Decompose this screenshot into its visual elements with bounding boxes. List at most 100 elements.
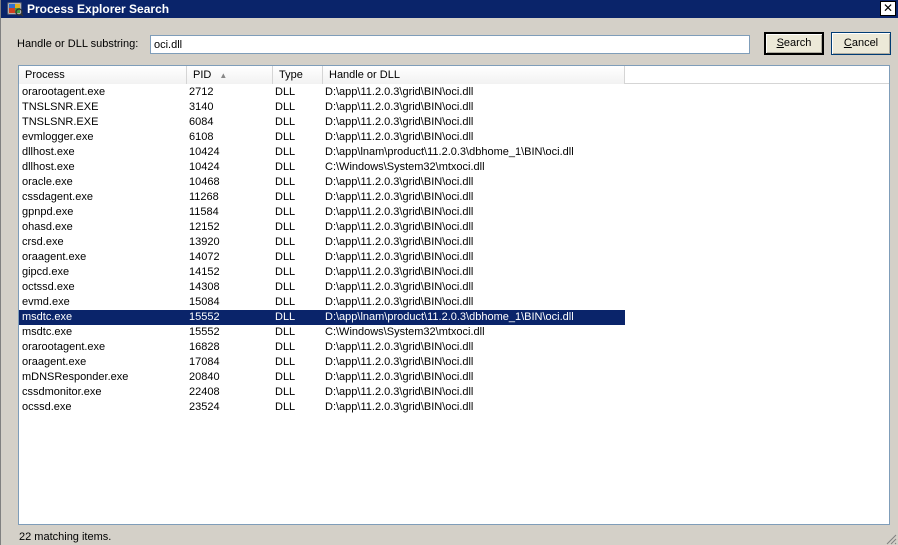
cell-pid: 11268	[189, 191, 219, 203]
cell-handle: D:\app\11.2.0.3\grid\BIN\oci.dll	[325, 341, 474, 353]
table-row[interactable]: gpnpd.exe 11584 DLL D:\app\11.2.0.3\grid\BI…	[19, 205, 625, 220]
cell-type: DLL	[275, 221, 296, 233]
cell-type: DLL	[275, 161, 296, 173]
cell-handle: D:\app\11.2.0.3\grid\BIN\oci.dll	[325, 356, 474, 368]
cell-pid: 15552	[189, 326, 220, 338]
table-row[interactable]: TNSLSNR.EXE 3140 DLL D:\app\11.2.0.3\grid\B…	[19, 100, 625, 115]
cell-type: DLL	[275, 146, 296, 158]
cell-handle: D:\app\11.2.0.3\grid\BIN\oci.dll	[325, 371, 474, 383]
table-row[interactable]: orarootagent.exe 2712 DLL D:\app\11.2.0.3\g…	[19, 85, 625, 100]
table-row[interactable]: ohasd.exe 12152 DLL D:\app\11.2.0.3\grid\BI…	[19, 220, 625, 235]
table-row[interactable]: msdtc.exe 15552 DLL D:\app\lnam\product\11.…	[19, 310, 625, 325]
close-button[interactable]: ✕	[880, 1, 896, 16]
cell-type: DLL	[275, 266, 296, 278]
cell-process: gipcd.exe	[22, 266, 70, 278]
cell-pid: 3140	[189, 101, 214, 113]
cell-process: oracle.exe	[22, 176, 73, 188]
cell-type: DLL	[275, 311, 296, 323]
cancel-button[interactable]: Cancel	[831, 32, 891, 55]
cell-type: DLL	[275, 326, 296, 338]
cell-pid: 11584	[189, 206, 219, 218]
table-row[interactable]: mDNSResponder.exe 20840 DLL D:\app\11.2.0.3…	[19, 370, 625, 385]
cell-process: evmlogger.exe	[22, 131, 94, 143]
cell-pid: 10468	[189, 176, 220, 188]
cell-type: DLL	[275, 356, 296, 368]
cell-process: crsd.exe	[22, 236, 64, 248]
table-row[interactable]: dllhost.exe 10424 DLL C:\Windows\System32\m…	[19, 160, 625, 175]
column-header-process[interactable]: Process	[19, 66, 187, 84]
cell-handle: D:\app\lnam\product\11.2.0.3\dbhome_1\BI…	[325, 311, 574, 323]
table-row[interactable]: cssdmonitor.exe 22408 DLL D:\app\11.2.0.3\g…	[19, 385, 625, 400]
table-row[interactable]: evmlogger.exe 6108 DLL D:\app\11.2.0.3\grid…	[19, 130, 625, 145]
close-icon: ✕	[882, 1, 894, 15]
cell-process: orarootagent.exe	[22, 341, 106, 353]
cell-type: DLL	[275, 206, 296, 218]
cell-pid: 17084	[189, 356, 220, 368]
cell-process: msdtc.exe	[22, 326, 73, 338]
cell-handle: D:\app\11.2.0.3\grid\BIN\oci.dll	[325, 266, 474, 278]
cell-pid: 16828	[189, 341, 220, 353]
table-row[interactable]: crsd.exe 13920 DLL D:\app\11.2.0.3\grid\BIN…	[19, 235, 625, 250]
column-header-handle[interactable]: Handle or DLL	[323, 66, 625, 84]
table-row[interactable]: oraagent.exe 17084 DLL D:\app\11.2.0.3\grid…	[19, 355, 625, 370]
cell-pid: 14072	[189, 251, 220, 263]
table-row[interactable]: ocssd.exe 23524 DLL D:\app\11.2.0.3\grid\BI…	[19, 400, 625, 415]
cell-handle: D:\app\11.2.0.3\grid\BIN\oci.dll	[325, 191, 474, 203]
process-explorer-icon	[7, 2, 24, 17]
cell-handle: D:\app\11.2.0.3\grid\BIN\oci.dll	[325, 386, 474, 398]
table-row[interactable]: msdtc.exe 15552 DLL C:\Windows\System32\mtx…	[19, 325, 625, 340]
cell-type: DLL	[275, 176, 296, 188]
cell-pid: 22408	[189, 386, 220, 398]
cell-process: gpnpd.exe	[22, 206, 74, 218]
cell-type: DLL	[275, 341, 296, 353]
cell-process: oraagent.exe	[22, 356, 87, 368]
search-button[interactable]: Search	[764, 32, 824, 55]
search-label: Handle or DLL substring:	[17, 38, 139, 50]
cell-pid: 13920	[189, 236, 220, 248]
cell-handle: D:\app\11.2.0.3\grid\BIN\oci.dll	[325, 281, 474, 293]
cell-type: DLL	[275, 371, 296, 383]
cell-process: dllhost.exe	[22, 161, 75, 173]
resize-grip-icon[interactable]	[885, 533, 897, 545]
cell-pid: 6084	[189, 116, 214, 128]
table-row[interactable]: cssdagent.exe 11268 DLL D:\app\11.2.0.3\gri…	[19, 190, 625, 205]
search-accel: S	[776, 37, 784, 49]
table-row[interactable]: oraagent.exe 14072 DLL D:\app\11.2.0.3\grid…	[19, 250, 625, 265]
cell-pid: 14152	[189, 266, 220, 278]
list-header: Process PID ▲ Type Handle or DLL	[19, 66, 889, 84]
cell-type: DLL	[275, 236, 296, 248]
cell-handle: D:\app\11.2.0.3\grid\BIN\oci.dll	[325, 86, 474, 98]
table-row[interactable]: orarootagent.exe 16828 DLL D:\app\11.2.0.3\…	[19, 340, 625, 355]
cell-handle: D:\app\11.2.0.3\grid\BIN\oci.dll	[325, 236, 474, 248]
cell-pid: 6108	[189, 131, 214, 143]
cell-process: ohasd.exe	[22, 221, 73, 233]
cell-type: DLL	[275, 101, 296, 113]
status-text: 22 matching items.	[19, 531, 112, 543]
results-list[interactable]: Process PID ▲ Type Handle or DLL oraroota…	[18, 65, 890, 525]
cell-handle: C:\Windows\System32\mtxoci.dll	[325, 161, 485, 173]
table-row[interactable]: evmd.exe 15084 DLL D:\app\11.2.0.3\grid\BIN…	[19, 295, 625, 310]
cell-handle: D:\app\11.2.0.3\grid\BIN\oci.dll	[325, 206, 474, 218]
table-row[interactable]: dllhost.exe 10424 DLL D:\app\lnam\product\1…	[19, 145, 625, 160]
search-input[interactable]	[150, 35, 750, 54]
table-row[interactable]: gipcd.exe 14152 DLL D:\app\11.2.0.3\grid\BI…	[19, 265, 625, 280]
cell-handle: D:\app\11.2.0.3\grid\BIN\oci.dll	[325, 131, 474, 143]
table-row[interactable]: oracle.exe 10468 DLL D:\app\11.2.0.3\grid\B…	[19, 175, 625, 190]
cell-type: DLL	[275, 116, 296, 128]
cell-handle: D:\app\11.2.0.3\grid\BIN\oci.dll	[325, 221, 474, 233]
cell-type: DLL	[275, 386, 296, 398]
cell-type: DLL	[275, 401, 296, 413]
search-dialog: Process Explorer Search ✕ Handle or DLL …	[0, 0, 898, 545]
cell-pid: 12152	[189, 221, 220, 233]
cell-handle: D:\app\11.2.0.3\grid\BIN\oci.dll	[325, 296, 474, 308]
cell-pid: 14308	[189, 281, 220, 293]
column-header-pid[interactable]: PID ▲	[187, 66, 273, 84]
column-header-type[interactable]: Type	[273, 66, 323, 84]
table-row[interactable]: TNSLSNR.EXE 6084 DLL D:\app\11.2.0.3\grid\B…	[19, 115, 625, 130]
cell-process: orarootagent.exe	[22, 86, 106, 98]
table-row[interactable]: octssd.exe 14308 DLL D:\app\11.2.0.3\grid\B…	[19, 280, 625, 295]
cell-process: ocssd.exe	[22, 401, 72, 413]
title-bar[interactable]: Process Explorer Search ✕	[1, 0, 898, 18]
cell-pid: 10424	[189, 146, 220, 158]
cell-process: TNSLSNR.EXE	[22, 116, 99, 128]
